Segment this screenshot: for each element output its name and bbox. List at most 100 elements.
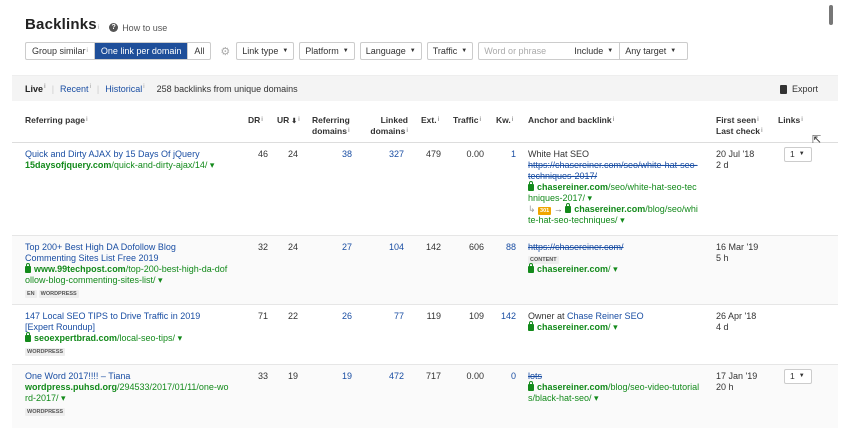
referring-domain[interactable]: wordpress.puhsd.org <box>25 382 117 392</box>
vertical-scrollbar[interactable] <box>829 5 833 25</box>
keywords-value[interactable]: 88 <box>490 242 516 253</box>
search-field: Word or phrase Include ▼ Any target ▼ <box>478 42 689 60</box>
dr-value: 71 <box>257 311 268 321</box>
ur-value: 22 <box>287 311 298 321</box>
referring-page-title[interactable]: Top 200+ Best High DA Dofollow Blog <box>25 242 240 253</box>
expand-caret-icon[interactable]: ▾ <box>592 393 599 403</box>
keywords-value[interactable]: 0 <box>490 371 516 382</box>
referring-page-title[interactable]: Quick and Dirty AJAX by 15 Days Of jQuer… <box>25 149 240 160</box>
col-referring-domains[interactable]: Referring domainsi <box>312 115 350 137</box>
expand-caret-icon[interactable]: ▾ <box>156 275 163 285</box>
caret-down-icon: ▼ <box>282 48 289 54</box>
group-similar-button[interactable]: Group similar i <box>26 43 94 59</box>
anchor-text: White Hat SEO <box>528 149 590 159</box>
old-url[interactable]: https://chasereiner.com/ <box>528 242 708 253</box>
col-kw[interactable]: Kw.i <box>496 115 513 126</box>
referring-domains-value[interactable]: 38 <box>326 149 352 160</box>
traffic-dropdown[interactable]: Traffic ▼ <box>426 42 474 60</box>
col-ur[interactable]: UR ⬇i <box>277 115 300 127</box>
col-linked-domains[interactable]: Linked domainsi <box>364 115 408 137</box>
expand-caret-icon[interactable]: ▾ <box>207 160 215 170</box>
old-url[interactable]: techniques-2017/ <box>528 171 708 182</box>
ext-value: 479 <box>425 149 441 159</box>
keywords-value[interactable]: 142 <box>490 311 516 322</box>
include-dropdown[interactable]: Include ▼ <box>569 46 619 56</box>
linked-domains-value[interactable]: 104 <box>378 242 404 253</box>
referring-domain[interactable]: seoexpertbrad.com <box>34 333 117 343</box>
col-ext[interactable]: Ext.i <box>421 115 439 126</box>
lock-icon <box>528 381 534 391</box>
redirect-arrow-icon: ↳ <box>528 204 539 214</box>
linked-domains-value[interactable]: 327 <box>378 149 404 160</box>
platform-tag: WORDPRESS <box>25 408 66 416</box>
tab-historical[interactable]: Historicali <box>105 84 144 94</box>
anchor-link[interactable]: Chase Reiner SEO <box>567 311 644 321</box>
referring-page: One Word 2017!!!! – Tiana wordpress.puhs… <box>25 371 240 416</box>
expand-caret-icon[interactable]: ▾ <box>611 322 618 332</box>
referring-domains-value[interactable]: 19 <box>326 371 352 382</box>
link-type-dropdown[interactable]: Link type ▼ <box>236 42 295 60</box>
col-referring-page[interactable]: Referring pagei <box>25 115 88 126</box>
any-target-dropdown[interactable]: Any target ▼ <box>619 43 681 59</box>
dr-value: 32 <box>257 242 268 252</box>
expand-caret-icon[interactable]: ▾ <box>175 333 183 343</box>
ext-value: 717 <box>425 371 441 381</box>
linked-domains-value[interactable]: 77 <box>378 311 404 322</box>
col-anchor[interactable]: Anchor and backlinki <box>528 115 614 126</box>
backlink-domain[interactable]: chasereiner.com <box>537 322 608 332</box>
mouse-cursor-icon: ⇱ <box>812 134 822 146</box>
info-icon[interactable]: i <box>98 25 99 31</box>
keywords-value[interactable]: 1 <box>490 149 516 160</box>
tab-live[interactable]: Livei <box>25 84 46 94</box>
tab-separator: | <box>96 83 100 94</box>
ext-value: 119 <box>426 311 441 321</box>
referring-domains-value[interactable]: 27 <box>326 242 352 253</box>
language-dropdown[interactable]: Language ▼ <box>359 42 422 60</box>
backlink-domain[interactable]: chasereiner.com <box>537 182 608 192</box>
dr-value: 46 <box>257 149 268 159</box>
links-dropdown[interactable]: 1 ▼ <box>784 147 812 162</box>
expand-caret-icon[interactable]: ▾ <box>585 193 593 203</box>
how-to-use-label: How to use <box>122 22 168 33</box>
expand-caret-icon[interactable]: ▾ <box>611 264 618 274</box>
table-row: Top 200+ Best High DA Dofollow Blog Comm… <box>12 236 838 305</box>
col-links[interactable]: Linksi <box>778 115 803 126</box>
col-traffic[interactable]: Traffici <box>453 115 481 126</box>
expand-caret-icon[interactable]: ▾ <box>618 215 625 225</box>
referring-page-title[interactable]: 147 Local SEO TIPS to Drive Traffic in 2… <box>25 311 240 322</box>
referring-page: Quick and Dirty AJAX by 15 Days Of jQuer… <box>25 149 240 171</box>
old-url[interactable]: https://chasereiner.com/seo/white-hat-se… <box>528 160 708 171</box>
first-seen: 16 Mar '19 5 h <box>716 242 759 263</box>
lock-icon <box>528 263 534 273</box>
referring-page: 147 Local SEO TIPS to Drive Traffic in 2… <box>25 311 240 356</box>
referring-domain[interactable]: www.99techpost.com <box>34 264 126 274</box>
referring-domain[interactable]: 15daysofjquery.com <box>25 160 111 170</box>
old-anchor[interactable]: lots <box>528 371 713 382</box>
referring-page-title[interactable]: One Word 2017!!!! – Tiana <box>25 371 240 382</box>
tab-recent[interactable]: Recenti <box>60 84 91 94</box>
language-tag: EN <box>25 290 37 298</box>
search-input[interactable]: Word or phrase <box>479 46 569 56</box>
expand-caret-icon[interactable]: ▾ <box>59 393 66 403</box>
platform-tag: WORDPRESS <box>38 290 79 298</box>
ur-value: 19 <box>287 371 298 381</box>
all-button[interactable]: All <box>187 43 210 59</box>
caret-down-icon: ▼ <box>798 151 805 157</box>
caret-down-icon: ▼ <box>409 48 416 54</box>
how-to-use-link[interactable]: ? How to use <box>109 23 167 33</box>
backlink-domain[interactable]: chasereiner.com <box>537 264 608 274</box>
platform-dropdown[interactable]: Platform ▼ <box>299 42 355 60</box>
linked-domains-value[interactable]: 472 <box>378 371 404 382</box>
backlink-domain[interactable]: chasereiner.com <box>537 382 608 392</box>
referring-domains-value[interactable]: 26 <box>326 311 352 322</box>
export-button[interactable]: Export <box>779 84 818 94</box>
links-dropdown[interactable]: 1 ▼ <box>784 369 812 384</box>
anchor-prefix: Owner at <box>528 311 565 321</box>
col-first-seen[interactable]: First seeni Last checki <box>716 115 763 137</box>
col-dr[interactable]: DRi <box>248 115 263 126</box>
redirect-badge: 301 <box>538 207 552 215</box>
gear-icon[interactable]: ⚙ <box>220 45 230 58</box>
one-link-per-domain-button[interactable]: One link per domain <box>93 43 188 59</box>
redirect-domain[interactable]: chasereiner.com <box>574 204 645 214</box>
lock-icon <box>25 332 31 342</box>
